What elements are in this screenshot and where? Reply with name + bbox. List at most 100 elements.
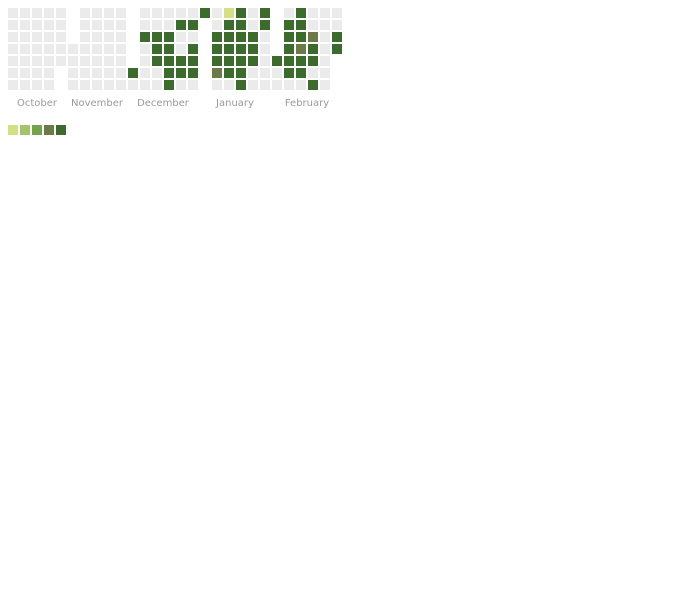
- day-cell[interactable]: [284, 68, 294, 78]
- day-cell[interactable]: [200, 8, 210, 18]
- day-cell[interactable]: [188, 44, 198, 54]
- day-cell[interactable]: [56, 8, 66, 18]
- day-cell[interactable]: [272, 80, 282, 90]
- day-cell[interactable]: [248, 20, 258, 30]
- day-cell[interactable]: [308, 80, 318, 90]
- day-cell[interactable]: [296, 8, 306, 18]
- day-cell[interactable]: [44, 80, 54, 90]
- day-cell[interactable]: [212, 80, 222, 90]
- day-cell[interactable]: [68, 80, 78, 90]
- day-cell[interactable]: [260, 8, 270, 18]
- day-cell[interactable]: [56, 44, 66, 54]
- day-cell[interactable]: [8, 44, 18, 54]
- day-cell[interactable]: [164, 32, 174, 42]
- day-cell[interactable]: [152, 8, 162, 18]
- day-cell[interactable]: [116, 80, 126, 90]
- day-cell[interactable]: [80, 44, 90, 54]
- day-cell[interactable]: [212, 56, 222, 66]
- day-cell[interactable]: [8, 20, 18, 30]
- day-cell[interactable]: [104, 32, 114, 42]
- day-cell[interactable]: [8, 80, 18, 90]
- day-cell[interactable]: [116, 56, 126, 66]
- day-cell[interactable]: [32, 20, 42, 30]
- day-cell[interactable]: [56, 56, 66, 66]
- day-cell[interactable]: [296, 32, 306, 42]
- day-cell[interactable]: [272, 56, 282, 66]
- day-cell[interactable]: [176, 20, 186, 30]
- day-cell[interactable]: [224, 68, 234, 78]
- day-cell[interactable]: [164, 8, 174, 18]
- day-cell[interactable]: [308, 20, 318, 30]
- day-cell[interactable]: [104, 8, 114, 18]
- day-cell[interactable]: [248, 68, 258, 78]
- day-cell[interactable]: [44, 68, 54, 78]
- day-cell[interactable]: [224, 8, 234, 18]
- day-cell[interactable]: [104, 56, 114, 66]
- day-cell[interactable]: [128, 80, 138, 90]
- day-cell[interactable]: [164, 20, 174, 30]
- day-cell[interactable]: [152, 56, 162, 66]
- day-cell[interactable]: [260, 44, 270, 54]
- day-cell[interactable]: [176, 32, 186, 42]
- day-cell[interactable]: [188, 20, 198, 30]
- day-cell[interactable]: [44, 20, 54, 30]
- day-cell[interactable]: [248, 8, 258, 18]
- day-cell[interactable]: [152, 44, 162, 54]
- day-cell[interactable]: [80, 68, 90, 78]
- day-cell[interactable]: [224, 56, 234, 66]
- day-cell[interactable]: [20, 80, 30, 90]
- day-cell[interactable]: [236, 8, 246, 18]
- day-cell[interactable]: [176, 80, 186, 90]
- day-cell[interactable]: [260, 56, 270, 66]
- day-cell[interactable]: [236, 32, 246, 42]
- day-cell[interactable]: [164, 44, 174, 54]
- day-cell[interactable]: [176, 56, 186, 66]
- day-cell[interactable]: [20, 20, 30, 30]
- day-cell[interactable]: [92, 20, 102, 30]
- day-cell[interactable]: [176, 68, 186, 78]
- day-cell[interactable]: [44, 44, 54, 54]
- day-cell[interactable]: [152, 80, 162, 90]
- day-cell[interactable]: [224, 20, 234, 30]
- day-cell[interactable]: [224, 32, 234, 42]
- day-cell[interactable]: [308, 32, 318, 42]
- day-cell[interactable]: [260, 68, 270, 78]
- day-cell[interactable]: [80, 8, 90, 18]
- day-cell[interactable]: [116, 32, 126, 42]
- day-cell[interactable]: [284, 20, 294, 30]
- day-cell[interactable]: [140, 56, 150, 66]
- day-cell[interactable]: [140, 8, 150, 18]
- day-cell[interactable]: [68, 68, 78, 78]
- day-cell[interactable]: [44, 32, 54, 42]
- day-cell[interactable]: [332, 8, 342, 18]
- day-cell[interactable]: [104, 44, 114, 54]
- day-cell[interactable]: [8, 68, 18, 78]
- day-cell[interactable]: [308, 44, 318, 54]
- day-cell[interactable]: [176, 8, 186, 18]
- day-cell[interactable]: [92, 44, 102, 54]
- day-cell[interactable]: [140, 44, 150, 54]
- day-cell[interactable]: [296, 80, 306, 90]
- day-cell[interactable]: [248, 44, 258, 54]
- day-cell[interactable]: [20, 8, 30, 18]
- day-cell[interactable]: [224, 44, 234, 54]
- day-cell[interactable]: [140, 32, 150, 42]
- day-cell[interactable]: [68, 44, 78, 54]
- day-cell[interactable]: [32, 32, 42, 42]
- day-cell[interactable]: [260, 80, 270, 90]
- day-cell[interactable]: [92, 32, 102, 42]
- day-cell[interactable]: [20, 56, 30, 66]
- day-cell[interactable]: [20, 32, 30, 42]
- day-cell[interactable]: [260, 32, 270, 42]
- day-cell[interactable]: [320, 80, 330, 90]
- day-cell[interactable]: [32, 68, 42, 78]
- day-cell[interactable]: [332, 20, 342, 30]
- day-cell[interactable]: [212, 32, 222, 42]
- day-cell[interactable]: [8, 32, 18, 42]
- day-cell[interactable]: [236, 56, 246, 66]
- day-cell[interactable]: [32, 80, 42, 90]
- day-cell[interactable]: [164, 80, 174, 90]
- day-cell[interactable]: [284, 32, 294, 42]
- day-cell[interactable]: [116, 8, 126, 18]
- day-cell[interactable]: [32, 8, 42, 18]
